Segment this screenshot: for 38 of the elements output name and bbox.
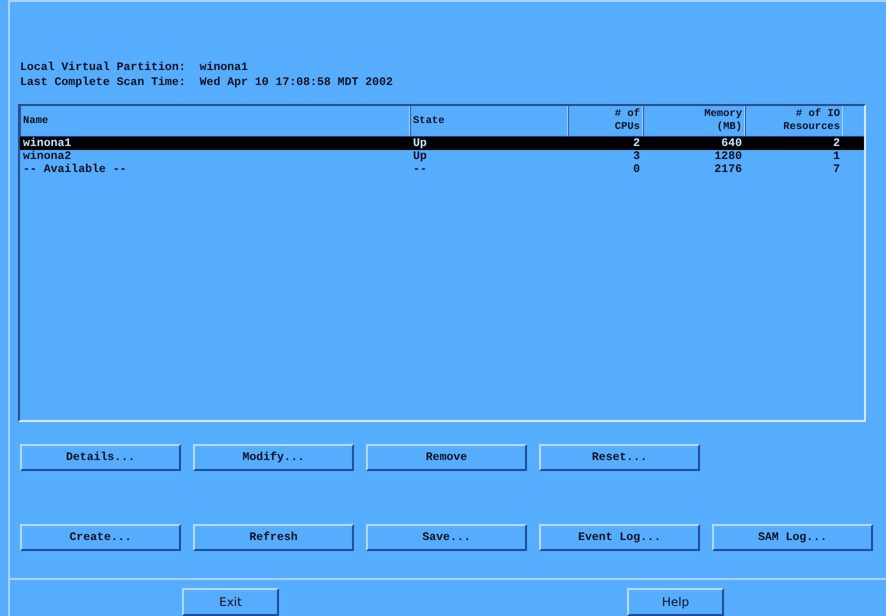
table-row[interactable]: -- Available -- -- 0 2176 7 (20, 163, 864, 176)
table-cell-text: 2 (632, 137, 641, 150)
action-button[interactable]: Save... (366, 524, 527, 551)
table-cell-text: -- (412, 163, 428, 176)
action-button[interactable]: Modify... (193, 444, 354, 471)
table-row[interactable]: winona2 Up 3 1280 1 (20, 150, 864, 163)
action-button[interactable]: Details... (20, 444, 181, 471)
action-button[interactable]: SAM Log... (712, 524, 873, 551)
field-label: Local Virtual Partition: (20, 60, 186, 75)
table-cell-text: Up (412, 150, 428, 163)
field-value: winona1 (200, 60, 249, 75)
column-header[interactable]: Memory (MB) (643, 106, 745, 136)
column-header[interactable]: # of IO Resources (745, 106, 843, 136)
action-button[interactable]: Remove (366, 444, 527, 471)
table-cell-text: Up (412, 137, 428, 150)
table-cell-text: winona2 (22, 150, 72, 163)
field-label: Last Complete Scan Time: (20, 75, 186, 90)
footer-button[interactable]: Help (627, 588, 724, 616)
action-button[interactable]: Event Log... (539, 524, 700, 551)
action-button[interactable]: Create... (20, 524, 181, 551)
table-cell-text: 0 (632, 163, 641, 176)
column-header[interactable]: State (410, 106, 568, 136)
table-cell-text: -- Available -- (22, 163, 128, 176)
action-button[interactable]: Reset... (539, 444, 700, 471)
table-cell-text: 1280 (713, 150, 743, 163)
field-value: Wed Apr 10 17:08:58 MDT 2002 (200, 75, 394, 90)
action-button[interactable]: Refresh (193, 524, 354, 551)
table-cell-text: 640 (720, 137, 743, 150)
table-cell-text: 7 (832, 163, 841, 176)
table-cell-text: 1 (832, 150, 841, 163)
table-cell-text: 3 (632, 150, 641, 163)
table-cell-text: 2 (832, 137, 841, 150)
column-header[interactable]: Name (20, 106, 410, 136)
table-cell-text: 2176 (713, 163, 743, 176)
table-row[interactable]: winona1 Up 2 640 2 (20, 137, 864, 150)
footer-button[interactable]: Exit (182, 588, 279, 616)
column-header[interactable]: # of CPUs (568, 106, 643, 136)
table-cell-text: winona1 (22, 137, 72, 150)
